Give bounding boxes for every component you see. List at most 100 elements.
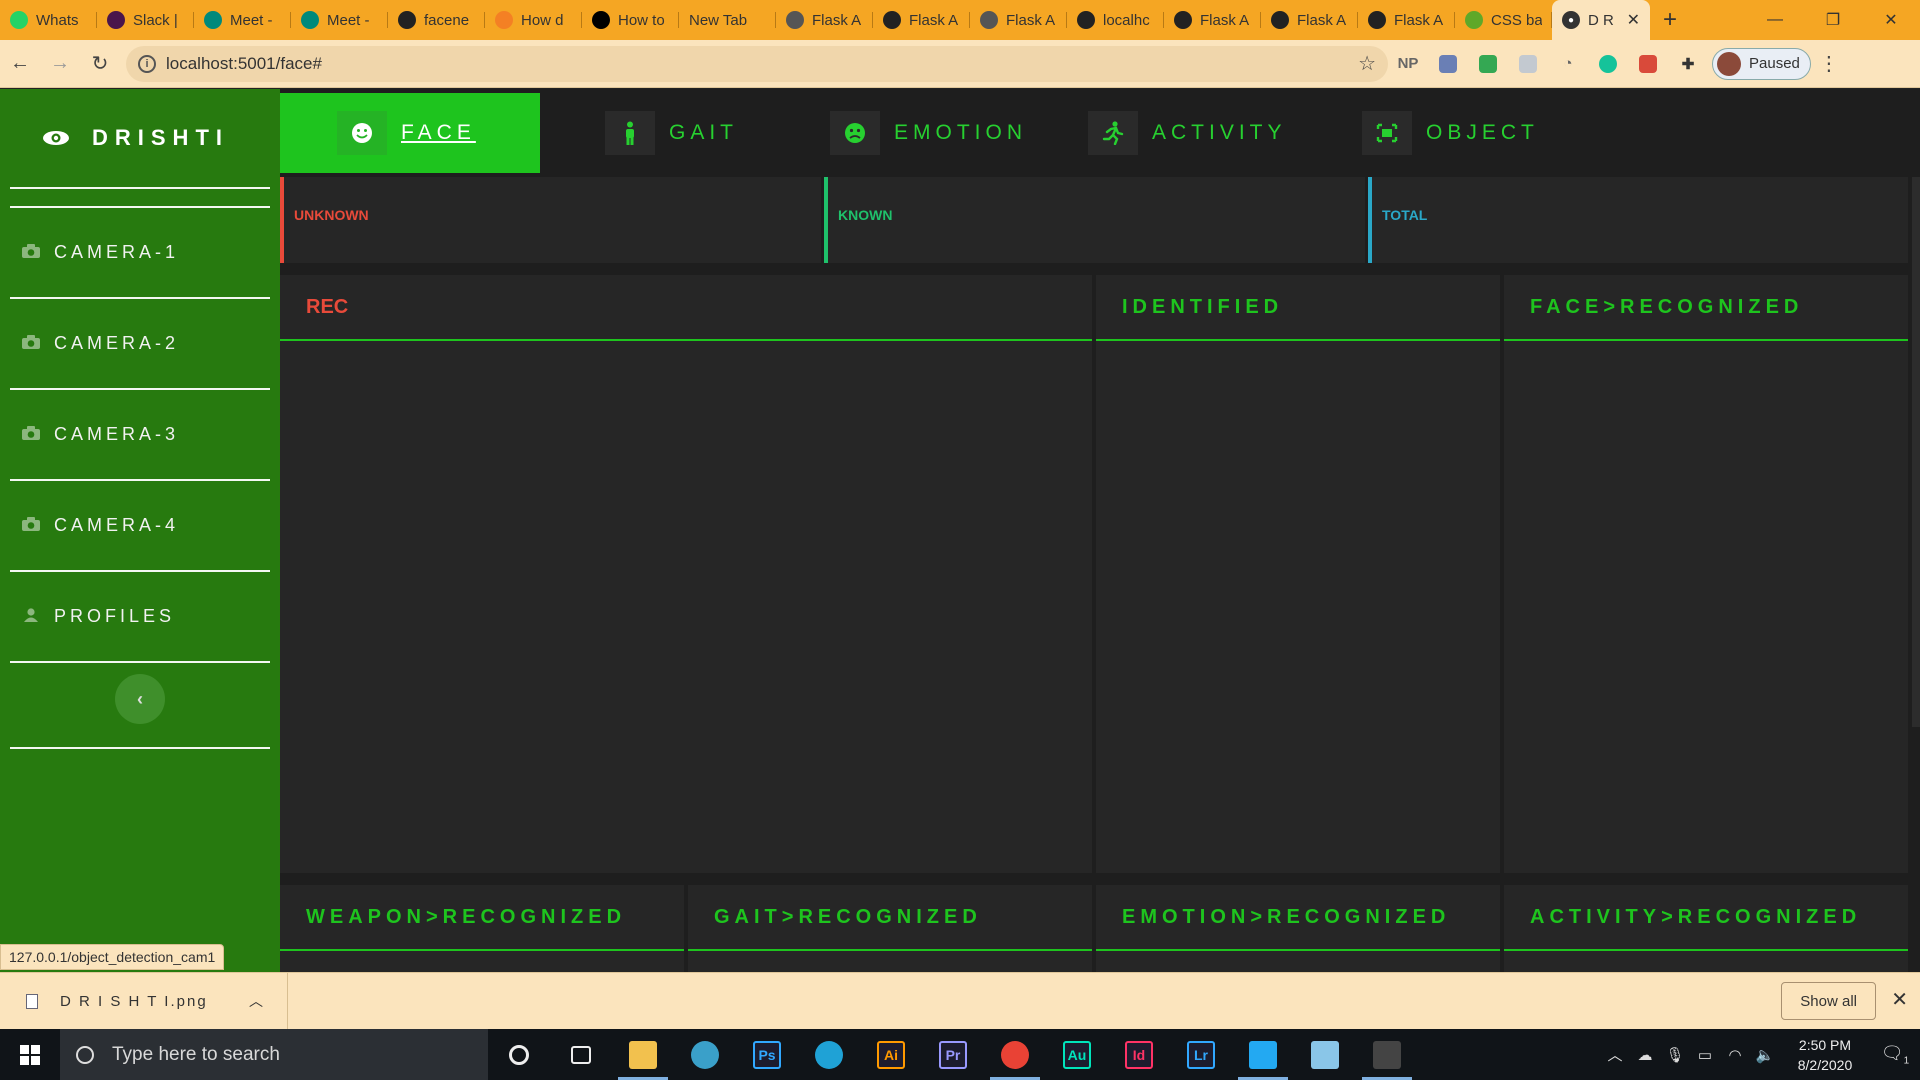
restore-button[interactable]: ❐	[1804, 0, 1862, 40]
scrollbar[interactable]	[1912, 177, 1920, 727]
tab-emotion[interactable]: EMOTION	[830, 93, 1027, 173]
bookmark-star-icon[interactable]: ☆	[1358, 51, 1376, 76]
browser-tab[interactable]: facene	[388, 0, 485, 40]
close-download-shelf-icon[interactable]: ✕	[1891, 987, 1908, 1012]
cortana-taskbar-button[interactable]	[488, 1029, 550, 1080]
chevron-up-icon[interactable]: ︿	[1600, 1044, 1630, 1065]
onedrive-icon[interactable]: ☁	[1630, 1046, 1660, 1064]
browser-tab[interactable]: localhc	[1067, 0, 1164, 40]
camera-icon	[22, 333, 54, 354]
app-circle-taskbar-button[interactable]	[674, 1029, 736, 1080]
speed-gauge-icon[interactable]: ◔	[1548, 55, 1588, 72]
sidebar-item-label: CAMERA-1	[54, 242, 180, 262]
minimize-button[interactable]: —	[1746, 0, 1804, 40]
close-window-button[interactable]: ✕	[1862, 0, 1920, 40]
browser-tab[interactable]: CSS ba	[1455, 0, 1552, 40]
new-tab-button[interactable]: +	[1650, 6, 1690, 34]
tab-gait[interactable]: GAIT	[605, 93, 738, 173]
vscode-taskbar-button[interactable]	[1232, 1029, 1294, 1080]
panel-title: EMOTION>RECOGNIZED	[1096, 885, 1500, 951]
stat-accent	[280, 177, 284, 263]
brand[interactable]: DRISHTI	[0, 89, 280, 187]
sidebar-item-camera-4[interactable]: CAMERA-4	[0, 481, 280, 570]
browser-tab[interactable]: Flask A	[1358, 0, 1455, 40]
browser-tab[interactable]: Flask A	[873, 0, 970, 40]
photoshop-taskbar-button[interactable]: Ps	[736, 1029, 798, 1080]
download-item[interactable]: D R I S H T I.png ︿	[0, 972, 288, 1030]
site-info-icon[interactable]: i	[138, 54, 156, 73]
clock[interactable]: 2:50 PM 8/2/2020	[1780, 1035, 1870, 1075]
tab-title: How d	[521, 11, 564, 29]
profile-status: Paused	[1749, 55, 1800, 72]
browser-tab[interactable]: How d	[485, 0, 582, 40]
battery-icon[interactable]: ▭	[1690, 1046, 1720, 1064]
sidebar-item-camera-2[interactable]: CAMERA-2	[0, 299, 280, 388]
megaphone-icon[interactable]	[1628, 54, 1668, 73]
browser-tab[interactable]: Meet -	[194, 0, 291, 40]
audition-taskbar-button[interactable]: Au	[1046, 1029, 1108, 1080]
task-view-taskbar-button[interactable]	[550, 1029, 612, 1080]
browser-tab[interactable]: Flask A	[776, 0, 873, 40]
panel-title: IDENTIFIED	[1096, 275, 1500, 341]
browser-tab[interactable]: Flask A	[1261, 0, 1358, 40]
tab-title: facene	[424, 11, 470, 29]
windows-start-button[interactable]	[0, 1029, 60, 1080]
extension-glasses-icon[interactable]	[1428, 54, 1468, 73]
chrome-taskbar-button[interactable]	[984, 1029, 1046, 1080]
back-button[interactable]: ←	[0, 44, 40, 84]
reload-button[interactable]: ↻	[80, 44, 120, 84]
grammarly-icon[interactable]	[1588, 54, 1628, 73]
eye-icon	[43, 131, 69, 145]
extensions-puzzle-icon[interactable]: ✚	[1668, 55, 1708, 73]
app-blue-taskbar-button[interactable]	[1294, 1029, 1356, 1080]
microphone-icon[interactable]: 🎙	[1660, 1046, 1690, 1064]
edge-taskbar-button[interactable]	[798, 1029, 860, 1080]
google-drive-icon[interactable]	[1468, 54, 1508, 73]
browser-tab[interactable]: Flask A	[1164, 0, 1261, 40]
chevron-up-icon[interactable]: ︿	[249, 991, 265, 1011]
edge-icon	[815, 1040, 843, 1069]
favicon-icon	[1077, 11, 1095, 29]
notifications-icon[interactable]: 🗨1	[1870, 1043, 1920, 1067]
premiere-taskbar-button[interactable]: Pr	[922, 1029, 984, 1080]
stat-card-unknown: UNKNOWN	[280, 177, 821, 263]
gait-recognized-panel: GAIT>RECOGNIZED	[688, 885, 1092, 972]
illustrator-taskbar-button[interactable]: Ai	[860, 1029, 922, 1080]
sidebar-item-camera-3[interactable]: CAMERA-3	[0, 390, 280, 479]
browser-tab[interactable]: Meet -	[291, 0, 388, 40]
activity-recognized-panel: ACTIVITY>RECOGNIZED	[1504, 885, 1908, 972]
extension-puzzle-gray-icon[interactable]	[1508, 54, 1548, 73]
browser-tab[interactable]: How to	[582, 0, 679, 40]
indesign-taskbar-button[interactable]: Id	[1108, 1029, 1170, 1080]
sidebar-item-camera-1[interactable]: CAMERA-1	[0, 208, 280, 297]
browser-tab[interactable]: Flask A	[970, 0, 1067, 40]
sidebar-item-profiles[interactable]: PROFILES	[0, 572, 280, 661]
user-icon	[22, 606, 54, 627]
wifi-icon[interactable]: ◠	[1720, 1046, 1750, 1064]
show-all-button[interactable]: Show all	[1781, 982, 1876, 1020]
url-text: localhost:5001/face#	[166, 53, 322, 73]
link-status-bubble: 127.0.0.1/object_detection_cam1	[0, 944, 225, 970]
file-explorer-taskbar-button[interactable]	[612, 1029, 674, 1080]
favicon-icon	[1368, 11, 1386, 29]
profile-button[interactable]: Paused	[1712, 47, 1811, 80]
volume-icon[interactable]: 🔈	[1750, 1046, 1780, 1064]
browser-tab[interactable]: New Tab	[679, 0, 776, 40]
chrome-menu-icon[interactable]: ⋮	[1811, 51, 1847, 76]
browser-tab[interactable]: Whats	[0, 0, 97, 40]
address-bar[interactable]: i localhost:5001/face# ☆	[126, 45, 1388, 82]
browser-tab[interactable]: Slack |	[97, 0, 194, 40]
forward-button[interactable]: →	[40, 44, 80, 84]
np-extension-icon[interactable]: NP	[1388, 55, 1428, 72]
lightroom-taskbar-button[interactable]: Lr	[1170, 1029, 1232, 1080]
tab-face[interactable]: FACE	[280, 93, 540, 173]
tab-activity[interactable]: ACTIVITY	[1088, 93, 1287, 173]
terminal-taskbar-button[interactable]	[1356, 1029, 1418, 1080]
photoshop-icon: Ps	[753, 1040, 781, 1069]
browser-tab-active[interactable]: ● D R ✕	[1552, 0, 1650, 40]
tab-object[interactable]: OBJECT	[1362, 93, 1539, 173]
sidebar-collapse-button[interactable]: ‹	[115, 674, 165, 724]
close-tab-icon[interactable]: ✕	[1627, 10, 1640, 30]
taskbar-search[interactable]: Type here to search	[60, 1029, 488, 1080]
favicon-icon	[107, 11, 125, 29]
